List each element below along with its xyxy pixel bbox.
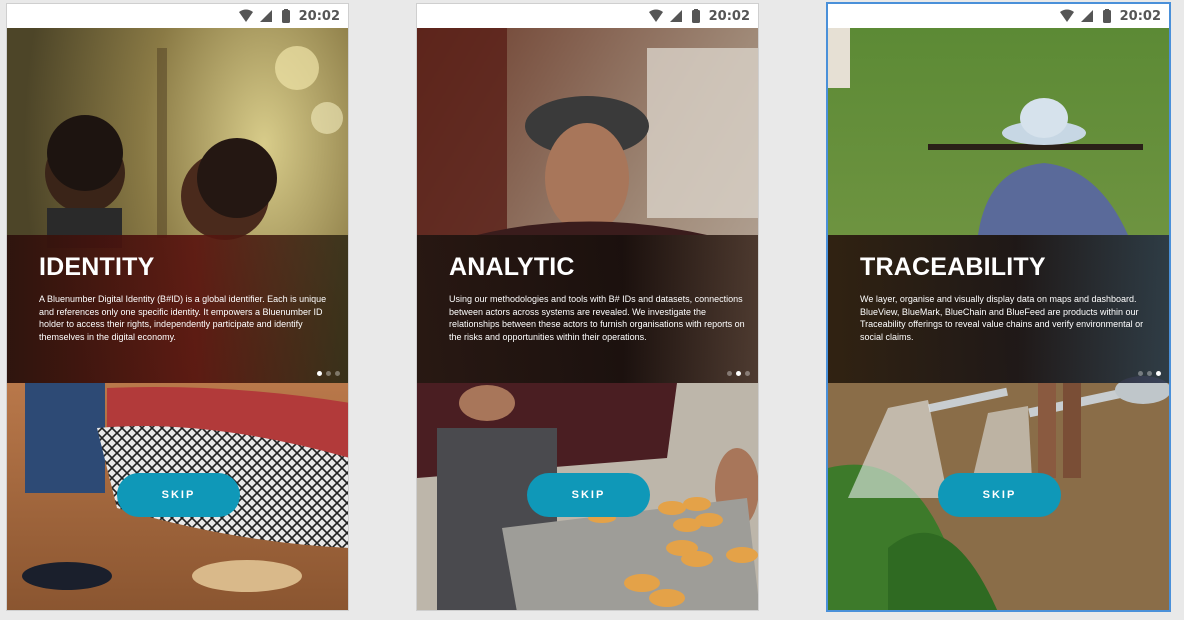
battery-icon <box>1102 9 1111 23</box>
wifi-icon <box>238 9 253 22</box>
slide-title: IDENTITY <box>39 253 155 281</box>
page-dot-2[interactable] <box>736 371 741 376</box>
phone-screen-analytic[interactable]: 20:02 ANALYTIC Using our methodologies a… <box>416 3 759 611</box>
phone-screen-identity[interactable]: 20:02 IDENTITY A Bluenumber Digital Iden… <box>6 3 349 611</box>
slide-content-identity: IDENTITY A Bluenumber Digital Identity (… <box>7 235 348 383</box>
page-indicator <box>1138 371 1161 376</box>
slide-title: ANALYTIC <box>449 253 575 281</box>
slide-title: TRACEABILITY <box>860 253 1046 281</box>
battery-icon <box>691 9 700 23</box>
wifi-icon <box>648 9 663 22</box>
page-dot-1[interactable] <box>1138 371 1143 376</box>
signal-icon <box>259 10 272 22</box>
page-dot-2[interactable] <box>326 371 331 376</box>
page-dot-1[interactable] <box>317 371 322 376</box>
signal-icon <box>1080 10 1093 22</box>
wifi-icon <box>1059 9 1074 22</box>
phone-screen-traceability[interactable]: 20:02 TRACEABILITY We layer, organise an… <box>826 2 1171 612</box>
slide-content-analytic: ANALYTIC Using our methodologies and too… <box>417 235 758 383</box>
slide-description: A Bluenumber Digital Identity (B#ID) is … <box>39 294 327 342</box>
status-time: 20:02 <box>1119 8 1161 24</box>
status-time: 20:02 <box>708 8 750 24</box>
page-dot-1[interactable] <box>727 371 732 376</box>
page-indicator <box>727 371 750 376</box>
page-dot-3[interactable] <box>745 371 750 376</box>
status-bar: 20:02 <box>828 4 1169 28</box>
signal-icon <box>669 10 682 22</box>
status-bar: 20:02 <box>7 4 348 28</box>
battery-icon <box>281 9 290 23</box>
skip-button[interactable]: SKIP <box>527 473 650 517</box>
page-indicator <box>317 371 340 376</box>
slide-description: Using our methodologies and tools with B… <box>449 294 745 342</box>
page-dot-2[interactable] <box>1147 371 1152 376</box>
status-bar: 20:02 <box>417 4 758 28</box>
skip-button[interactable]: SKIP <box>938 473 1061 517</box>
skip-button[interactable]: SKIP <box>117 473 240 517</box>
page-dot-3[interactable] <box>1156 371 1161 376</box>
page-dot-3[interactable] <box>335 371 340 376</box>
slide-content-traceability: TRACEABILITY We layer, organise and visu… <box>828 235 1169 383</box>
slide-description: We layer, organise and visually display … <box>860 294 1144 342</box>
status-time: 20:02 <box>298 8 340 24</box>
